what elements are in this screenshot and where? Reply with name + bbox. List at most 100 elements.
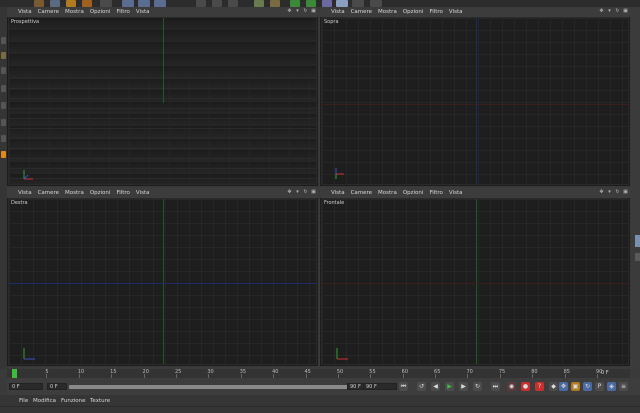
keyframe-icon[interactable]: ◆ [549,382,558,391]
move-view-icon[interactable]: ✥ [287,9,292,14]
deformer-icon[interactable] [306,0,316,7]
snap-icon[interactable] [1,135,6,142]
move-view-icon[interactable]: ✥ [599,9,604,14]
texture-mode-icon[interactable] [1,102,6,109]
move-icon[interactable] [66,0,76,7]
menu-filter[interactable]: Filtro [429,190,442,196]
menu-filter[interactable]: Filtro [116,190,129,196]
keyframe-selection-icon[interactable]: ◉ [507,382,516,391]
menu-options[interactable]: Opzioni [403,190,424,196]
menu-function[interactable]: Funzione [61,398,85,404]
timeline-playhead[interactable] [12,369,17,378]
move-view-icon[interactable]: ✥ [599,190,604,195]
zoom-view-icon[interactable]: ▾ [295,9,300,14]
y-axis-icon[interactable] [138,0,150,7]
scale-key-icon[interactable]: ▣ [571,382,580,391]
viewport-canvas[interactable]: Sopra [321,17,629,185]
generator-icon[interactable] [290,0,300,7]
range-start-field[interactable]: 0 F [47,383,67,390]
maximize-view-icon[interactable]: ▣ [623,190,628,195]
viewport-perspective[interactable]: Vista Camere Mostra Opzioni Filtro Vista… [7,7,318,186]
points-mode-icon[interactable] [1,37,6,44]
maximize-view-icon[interactable]: ▣ [623,9,628,14]
select-icon[interactable] [50,0,60,7]
menu-cameras[interactable]: Camere [38,190,59,196]
record-icon[interactable]: ● [521,382,530,391]
axis-mode-icon[interactable] [1,119,6,126]
range-slider[interactable] [69,385,353,389]
rotation-key-icon[interactable]: ↻ [583,382,592,391]
menu-options[interactable]: Opzioni [90,190,111,196]
panel-tab-icon[interactable] [635,253,640,261]
maximize-view-icon[interactable]: ▣ [311,9,316,14]
zoom-view-icon[interactable]: ▾ [607,190,612,195]
zoom-view-icon[interactable]: ▾ [607,9,612,14]
param-key-icon[interactable]: P [595,382,604,391]
menu-display[interactable]: Mostra [378,9,397,15]
menu-filter[interactable]: Filtro [116,9,129,15]
menu-options[interactable]: Opzioni [403,9,424,15]
play-icon[interactable]: ▶ [445,382,454,391]
polygons-mode-icon[interactable] [1,67,6,74]
timeline-menu-icon[interactable]: ≡ [619,382,628,391]
rotate-view-icon[interactable]: ↻ [615,190,620,195]
position-key-icon[interactable]: ✥ [559,382,568,391]
menu-view[interactable]: Vista [331,190,345,196]
menu-cameras[interactable]: Camere [351,9,372,15]
menu-panel[interactable]: Vista [449,9,463,15]
menu-panel[interactable]: Vista [136,9,150,15]
render-icon[interactable] [196,0,206,7]
model-mode-icon[interactable] [1,85,6,92]
menu-display[interactable]: Mostra [378,190,397,196]
zoom-view-icon[interactable]: ▾ [295,190,300,195]
pla-key-icon[interactable]: ◈ [607,382,616,391]
panel-tab-icon[interactable] [635,235,640,247]
workplane-icon[interactable] [1,151,6,158]
menu-view[interactable]: Vista [18,9,32,15]
viewport-right[interactable]: Vista Camere Mostra Opzioni Filtro Vista… [7,188,318,366]
edges-mode-icon[interactable] [1,52,6,59]
menu-edit[interactable]: Modifica [33,398,56,404]
rotate-view-icon[interactable]: ↻ [303,9,308,14]
viewport-front[interactable]: Vista Camere Mostra Opzioni Filtro Vista… [320,188,630,366]
menu-options[interactable]: Opzioni [90,9,111,15]
render-settings-icon[interactable] [228,0,238,7]
prev-frame-icon[interactable]: ◀ [431,382,440,391]
menu-panel[interactable]: Vista [449,190,463,196]
next-frame-icon[interactable]: ▶ [459,382,468,391]
render-view-icon[interactable] [212,0,222,7]
viewport-top[interactable]: Vista Camere Mostra Opzioni Filtro Vista… [320,7,630,186]
menu-cameras[interactable]: Camere [38,9,59,15]
end-frame-field[interactable]: 90 F [363,383,397,390]
undo-icon[interactable] [34,0,44,7]
menu-file[interactable]: File [19,398,28,404]
autokey-icon[interactable]: ? [535,382,544,391]
rotate-view-icon[interactable]: ↻ [615,9,620,14]
move-view-icon[interactable]: ✥ [287,190,292,195]
start-frame-field[interactable]: 0 F [9,383,43,390]
scale-icon[interactable] [82,0,92,7]
camera-icon[interactable] [336,0,348,7]
viewport-canvas[interactable]: Destra [8,198,317,365]
x-axis-icon[interactable] [122,0,134,7]
menu-display[interactable]: Mostra [65,9,84,15]
layout-icon[interactable] [370,0,382,7]
rotate-view-icon[interactable]: ↻ [303,190,308,195]
menu-display[interactable]: Mostra [65,190,84,196]
menu-filter[interactable]: Filtro [429,9,442,15]
menu-texture[interactable]: Texture [90,398,110,404]
prev-key-icon[interactable]: ↺ [417,382,426,391]
rotate-icon[interactable] [100,0,112,7]
next-key-icon[interactable]: ↻ [473,382,482,391]
viewport-canvas[interactable]: Frontale [321,198,629,365]
menu-cameras[interactable]: Camere [351,190,372,196]
spline-icon[interactable] [270,0,280,7]
menu-view[interactable]: Vista [18,190,32,196]
goto-end-icon[interactable]: ⏭ [491,382,500,391]
maximize-view-icon[interactable]: ▣ [311,190,316,195]
menu-view[interactable]: Vista [331,9,345,15]
light-icon[interactable] [352,0,364,7]
timeline-ruler[interactable]: 051015202530354045505560657075808590 0 F [7,369,630,378]
viewport-canvas[interactable]: Prospettiva [8,17,317,185]
cube-icon[interactable] [254,0,264,7]
